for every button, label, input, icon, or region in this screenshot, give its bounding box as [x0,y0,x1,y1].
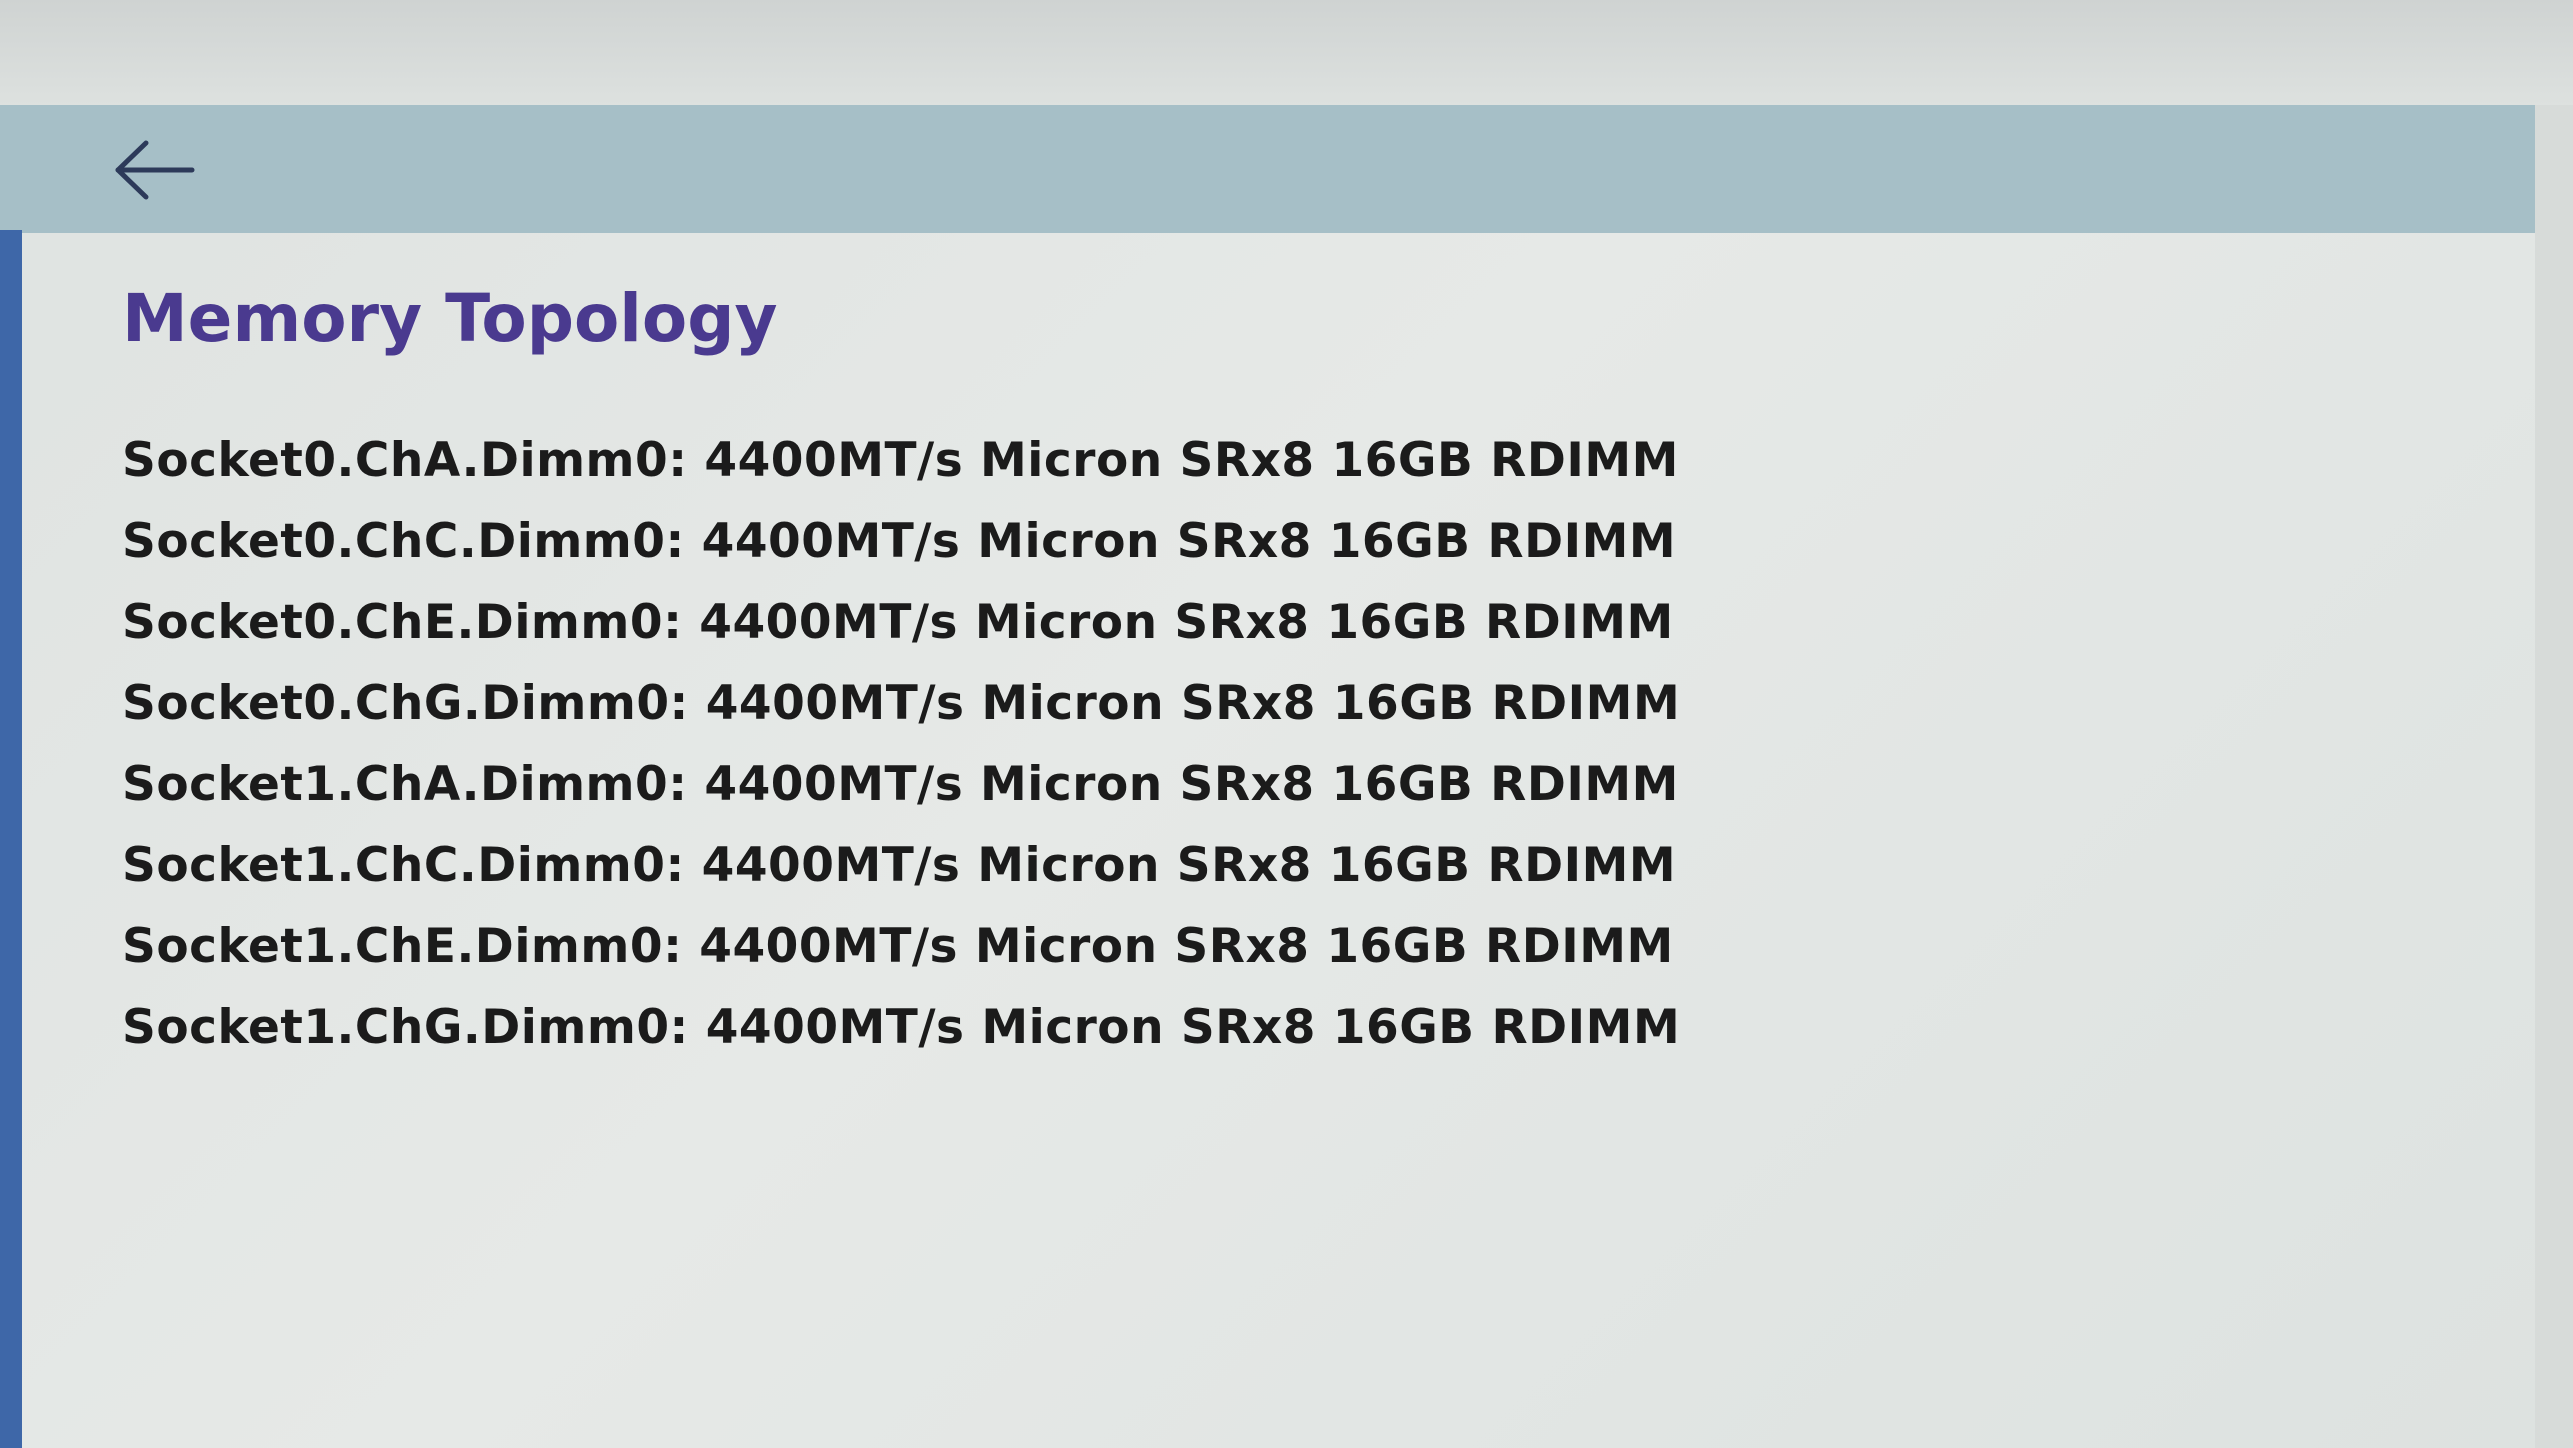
header-bar [0,105,2535,233]
dimm-entry-socket1-cha: Socket1.ChA.Dimm0: 4400MT/s Micron SRx8 … [122,757,1679,812]
screen-left-edge [0,230,22,1448]
monitor-bezel-top [0,0,2573,105]
dimm-entry-socket0-chg: Socket0.ChG.Dimm0: 4400MT/s Micron SRx8 … [122,676,1681,731]
dimm-entry-socket0-chc: Socket0.ChC.Dimm0: 4400MT/s Micron SRx8 … [122,514,1677,569]
dimm-entry-socket0-che: Socket0.ChE.Dimm0: 4400MT/s Micron SRx8 … [122,595,1674,650]
memory-topology-list: Socket0.ChA.Dimm0: 4400MT/s Micron SRx8 … [122,420,1680,1068]
page-title: Memory Topology [122,280,778,357]
dimm-entry-socket1-chc: Socket1.ChC.Dimm0: 4400MT/s Micron SRx8 … [122,838,1677,893]
arrow-left-icon [115,140,195,200]
monitor-bezel-right [2535,105,2573,1448]
back-button[interactable] [110,135,200,205]
dimm-entry-socket0-cha: Socket0.ChA.Dimm0: 4400MT/s Micron SRx8 … [122,433,1679,488]
dimm-entry-socket1-chg: Socket1.ChG.Dimm0: 4400MT/s Micron SRx8 … [122,1000,1681,1055]
bios-screen: Memory Topology Socket0.ChA.Dimm0: 4400M… [0,105,2535,1448]
dimm-entry-socket1-che: Socket1.ChE.Dimm0: 4400MT/s Micron SRx8 … [122,919,1674,974]
